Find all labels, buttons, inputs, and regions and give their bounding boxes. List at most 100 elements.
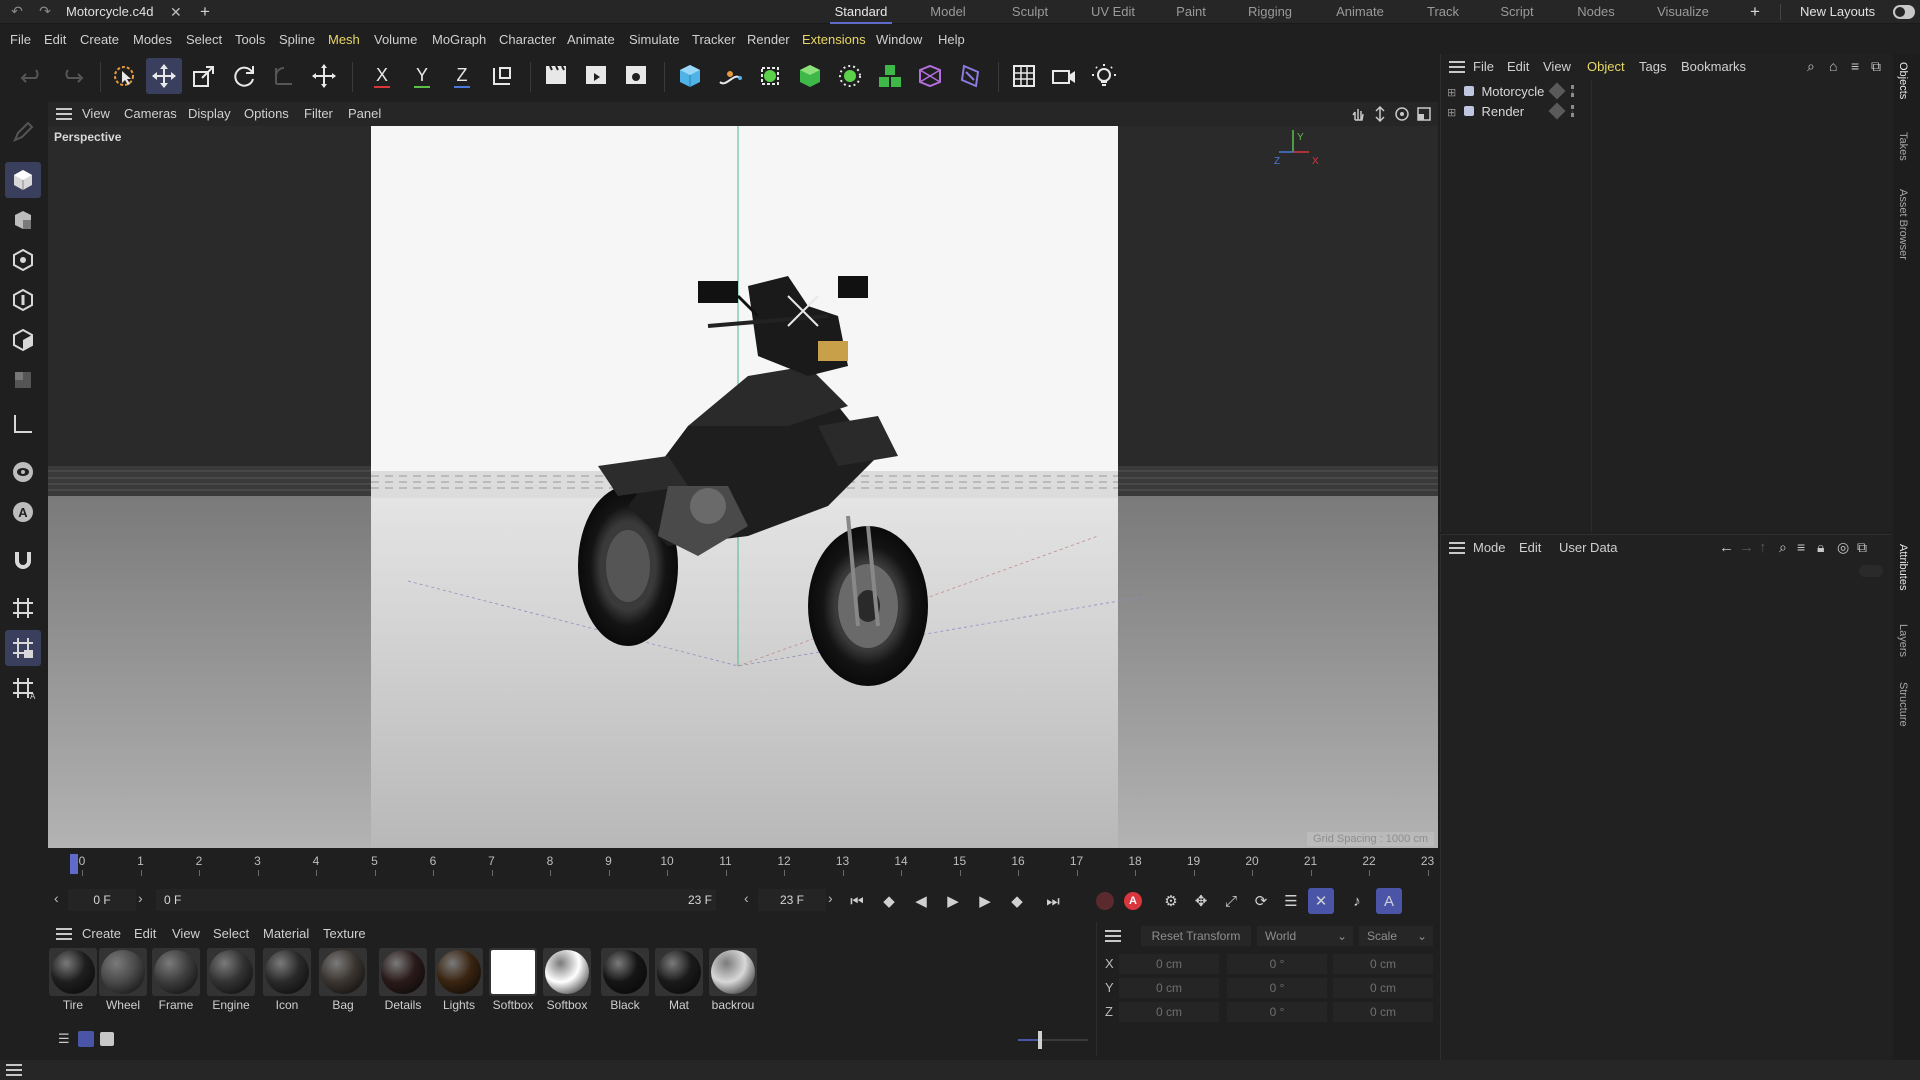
play-icon[interactable]: ▶ <box>940 888 966 914</box>
list-view-icon[interactable]: ☰ <box>58 1032 72 1046</box>
timeline-ruler[interactable]: 0 1 2 3 4 5 6 7 8 9 10 11 12 13 14 15 16 17 18 19 20 21 22 23 <box>48 850 1438 878</box>
side-tab-layers[interactable]: Layers <box>1897 624 1909 657</box>
coordinate-rot-field[interactable]: 0 ° <box>1227 978 1327 998</box>
object-menu-object[interactable]: Object <box>1587 54 1625 80</box>
up-arrow-icon[interactable]: ↑ <box>1759 539 1767 556</box>
redo-icon[interactable]: ↷ <box>36 3 54 21</box>
field-icon[interactable] <box>952 58 988 94</box>
coordinate-space-dropdown[interactable]: World ⌄ <box>1257 926 1353 946</box>
material-menu-material[interactable]: Material <box>263 922 309 946</box>
material-menu-create[interactable]: Create <box>82 922 121 946</box>
object-row-motorcycle[interactable]: ⊞ Motorcycle <box>1447 82 1587 102</box>
new-layouts-button[interactable]: New Layouts <box>1800 0 1875 24</box>
x-axis-lock-icon[interactable]: X <box>364 58 400 94</box>
menu-volume[interactable]: Volume <box>374 28 417 52</box>
camera-icon[interactable] <box>1046 58 1082 94</box>
side-tab-attributes[interactable]: Attributes <box>1897 544 1909 590</box>
viewport-menu-filter[interactable]: Filter <box>304 102 333 126</box>
texture-mode-icon[interactable] <box>5 202 41 238</box>
lock-icon[interactable]: 🔒︎ <box>1817 539 1824 556</box>
key-scale-icon[interactable]: ⤢ <box>1218 888 1244 914</box>
attribute-menu-user-data[interactable]: User Data <box>1559 535 1618 561</box>
object-menu-tags[interactable]: Tags <box>1639 54 1666 80</box>
render-view-icon[interactable] <box>538 58 574 94</box>
key-pla-icon[interactable]: ✕ <box>1308 888 1334 914</box>
coordinates-hamburger-icon[interactable] <box>1105 930 1121 942</box>
key-parameter-icon[interactable]: ☰ <box>1278 888 1304 914</box>
object-menu-bookmarks[interactable]: Bookmarks <box>1681 54 1746 80</box>
end-frame-increment-icon[interactable]: › <box>828 890 833 906</box>
preview-range-slider[interactable]: 0 F <box>156 889 716 911</box>
menu-simulate[interactable]: Simulate <box>629 28 680 52</box>
menu-render[interactable]: Render <box>747 28 790 52</box>
forward-arrow-icon[interactable]: → <box>1739 539 1754 556</box>
attribute-hamburger-icon[interactable] <box>1449 542 1465 554</box>
coordinate-scale-field[interactable]: 0 cm <box>1333 954 1433 974</box>
render-settings-icon[interactable] <box>618 58 654 94</box>
menu-file[interactable]: File <box>10 28 31 52</box>
close-document-icon[interactable]: ✕ <box>170 0 182 24</box>
menu-modes[interactable]: Modes <box>133 28 172 52</box>
render-to-picture-viewer-icon[interactable] <box>578 58 614 94</box>
material-item[interactable]: Engine <box>206 948 256 1012</box>
menu-character[interactable]: Character <box>499 28 556 52</box>
side-tab-asset-browser[interactable]: Asset Browser <box>1897 189 1909 260</box>
move-tool-icon[interactable] <box>146 58 182 94</box>
menu-tracker[interactable]: Tracker <box>692 28 736 52</box>
viewport-menu-options[interactable]: Options <box>244 102 289 126</box>
coordinate-rot-field[interactable]: 0 ° <box>1227 1002 1327 1022</box>
layout-tab-nodes[interactable]: Nodes <box>1570 0 1622 24</box>
search-icon[interactable]: ⌕ <box>1779 539 1787 556</box>
edit-mode-icon[interactable] <box>5 114 41 150</box>
record-keys-icon[interactable] <box>1092 888 1118 914</box>
expand-icon[interactable]: ⊞ <box>1447 87 1456 99</box>
material-item[interactable]: Mat <box>654 948 704 1012</box>
material-item[interactable]: Icon <box>262 948 312 1012</box>
coordinate-pos-field[interactable]: 0 cm <box>1119 1002 1219 1022</box>
previous-frame-icon[interactable]: ◀ <box>908 888 934 914</box>
light-icon[interactable] <box>1086 58 1122 94</box>
material-item[interactable]: Softbox <box>488 948 538 1012</box>
subdivision-surface-icon[interactable] <box>752 58 788 94</box>
back-arrow-icon[interactable]: ← <box>1719 539 1734 556</box>
next-key-icon[interactable]: ◆ <box>1004 888 1030 914</box>
add-layout-icon[interactable]: + <box>1750 0 1760 24</box>
viewport-menu-panel[interactable]: Panel <box>348 102 381 126</box>
coordinate-pos-field[interactable]: 0 cm <box>1119 954 1219 974</box>
frame-increment-icon[interactable]: › <box>138 890 143 906</box>
menu-edit[interactable]: Edit <box>44 28 66 52</box>
viewport-menu-cameras[interactable]: Cameras <box>124 102 177 126</box>
material-item[interactable]: Softbox <box>542 948 592 1012</box>
side-tab-objects[interactable]: Objects <box>1897 62 1909 99</box>
undo-tool-icon[interactable] <box>14 58 50 94</box>
go-to-start-icon[interactable]: ⏮ <box>844 888 870 914</box>
planar-workplane-icon[interactable]: A <box>5 670 41 706</box>
autokey-icon[interactable]: A <box>1120 888 1146 914</box>
material-menu-select[interactable]: Select <box>213 922 249 946</box>
expand-icon[interactable]: ⊞ <box>1447 107 1456 119</box>
layout-tab-visualize[interactable]: Visualize <box>1650 0 1716 24</box>
extrude-icon[interactable] <box>792 58 828 94</box>
status-hamburger-icon[interactable] <box>6 1064 22 1076</box>
layout-tab-model[interactable]: Model <box>922 0 974 24</box>
visibility-dots-icon[interactable] <box>1571 85 1575 97</box>
grid-view-icon[interactable] <box>78 1031 94 1047</box>
material-menu-edit[interactable]: Edit <box>134 922 156 946</box>
new-window-icon[interactable]: ⧉ <box>1857 539 1867 556</box>
spline-pen-icon[interactable] <box>712 58 748 94</box>
filter-icon[interactable]: ≡ <box>1851 58 1859 74</box>
floor-grid-icon[interactable] <box>1006 58 1042 94</box>
large-icon-view-icon[interactable] <box>100 1032 114 1046</box>
new-document-icon[interactable]: + <box>200 0 210 24</box>
live-selection-icon[interactable] <box>106 58 142 94</box>
previous-key-icon[interactable]: ◆ <box>876 888 902 914</box>
key-rotation-icon[interactable]: ⟳ <box>1248 888 1274 914</box>
cube-object-icon[interactable] <box>672 58 708 94</box>
layout-tab-track[interactable]: Track <box>1418 0 1468 24</box>
workplane-icon[interactable] <box>5 590 41 626</box>
side-tab-structure[interactable]: Structure <box>1897 682 1909 727</box>
locked-workplane-icon[interactable] <box>5 630 41 666</box>
keyframe-settings-icon[interactable]: ⚙ <box>1158 888 1184 914</box>
magnet-snap-icon[interactable] <box>5 542 41 578</box>
polygons-mode-icon[interactable] <box>5 322 41 358</box>
